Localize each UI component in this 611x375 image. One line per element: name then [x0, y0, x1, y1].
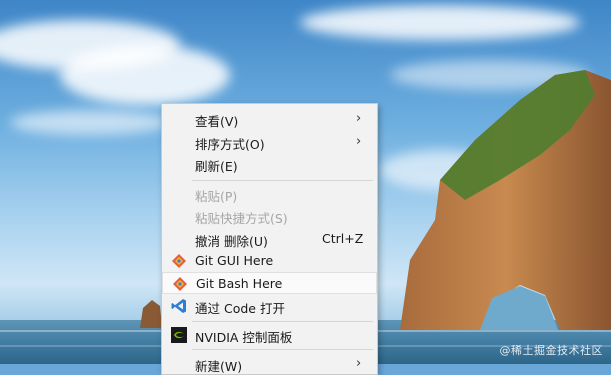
menu-item-refresh[interactable]: 刷新(E) — [162, 153, 377, 175]
watermark: @稀土掘金技术社区 — [499, 344, 603, 357]
cloud — [300, 5, 580, 40]
menu-item-label: Git Bash Here — [196, 276, 283, 291]
chevron-right-icon: › — [356, 134, 362, 149]
menu-item-label: 排序方式(O) — [195, 137, 265, 152]
menu-item-label: 粘贴(P) — [195, 189, 238, 204]
menu-item-label: Git GUI Here — [195, 253, 274, 268]
menu-item-label: 粘贴快捷方式(S) — [195, 211, 288, 226]
menu-item-label: NVIDIA 控制面板 — [195, 330, 293, 345]
menu-item-paste-shortcut[interactable]: 粘贴快捷方式(S) — [162, 205, 377, 227]
menu-item-shortcut: Ctrl+Z — [322, 231, 364, 246]
menu-separator — [192, 349, 373, 350]
menu-item-git-gui[interactable]: Git GUI Here — [162, 250, 377, 272]
menu-item-label: 撤消 删除(U) — [195, 234, 268, 249]
menu-item-git-bash[interactable]: Git Bash Here — [162, 272, 377, 294]
menu-item-undo-delete[interactable]: 撤消 删除(U) Ctrl+Z — [162, 228, 377, 250]
menu-item-open-with-code[interactable]: 通过 Code 打开 — [162, 295, 377, 317]
small-rock — [140, 300, 162, 328]
menu-item-sort-by[interactable]: 排序方式(O) › — [162, 131, 377, 153]
git-bash-icon — [173, 277, 187, 291]
chevron-right-icon: › — [356, 111, 362, 126]
menu-separator — [192, 180, 373, 181]
cloud — [10, 110, 170, 135]
menu-separator — [192, 321, 373, 322]
menu-item-view[interactable]: 查看(V) › — [162, 108, 377, 130]
menu-item-label: 查看(V) — [195, 114, 239, 129]
menu-item-label: 通过 Code 打开 — [195, 301, 285, 316]
desktop-context-menu: 查看(V) › 排序方式(O) › 刷新(E) 粘贴(P) 粘贴快捷方式(S) … — [161, 103, 378, 375]
nvidia-icon — [171, 327, 187, 343]
rock-arch — [400, 70, 611, 330]
menu-item-label: 新建(W) — [195, 359, 243, 374]
git-gui-icon — [172, 254, 186, 268]
menu-item-nvidia-control-panel[interactable]: NVIDIA 控制面板 — [162, 324, 377, 346]
menu-item-label: 刷新(E) — [195, 159, 238, 174]
vscode-icon — [171, 299, 186, 313]
cloud — [60, 45, 230, 105]
menu-item-new[interactable]: 新建(W) › — [162, 353, 377, 375]
menu-item-paste[interactable]: 粘贴(P) — [162, 183, 377, 205]
